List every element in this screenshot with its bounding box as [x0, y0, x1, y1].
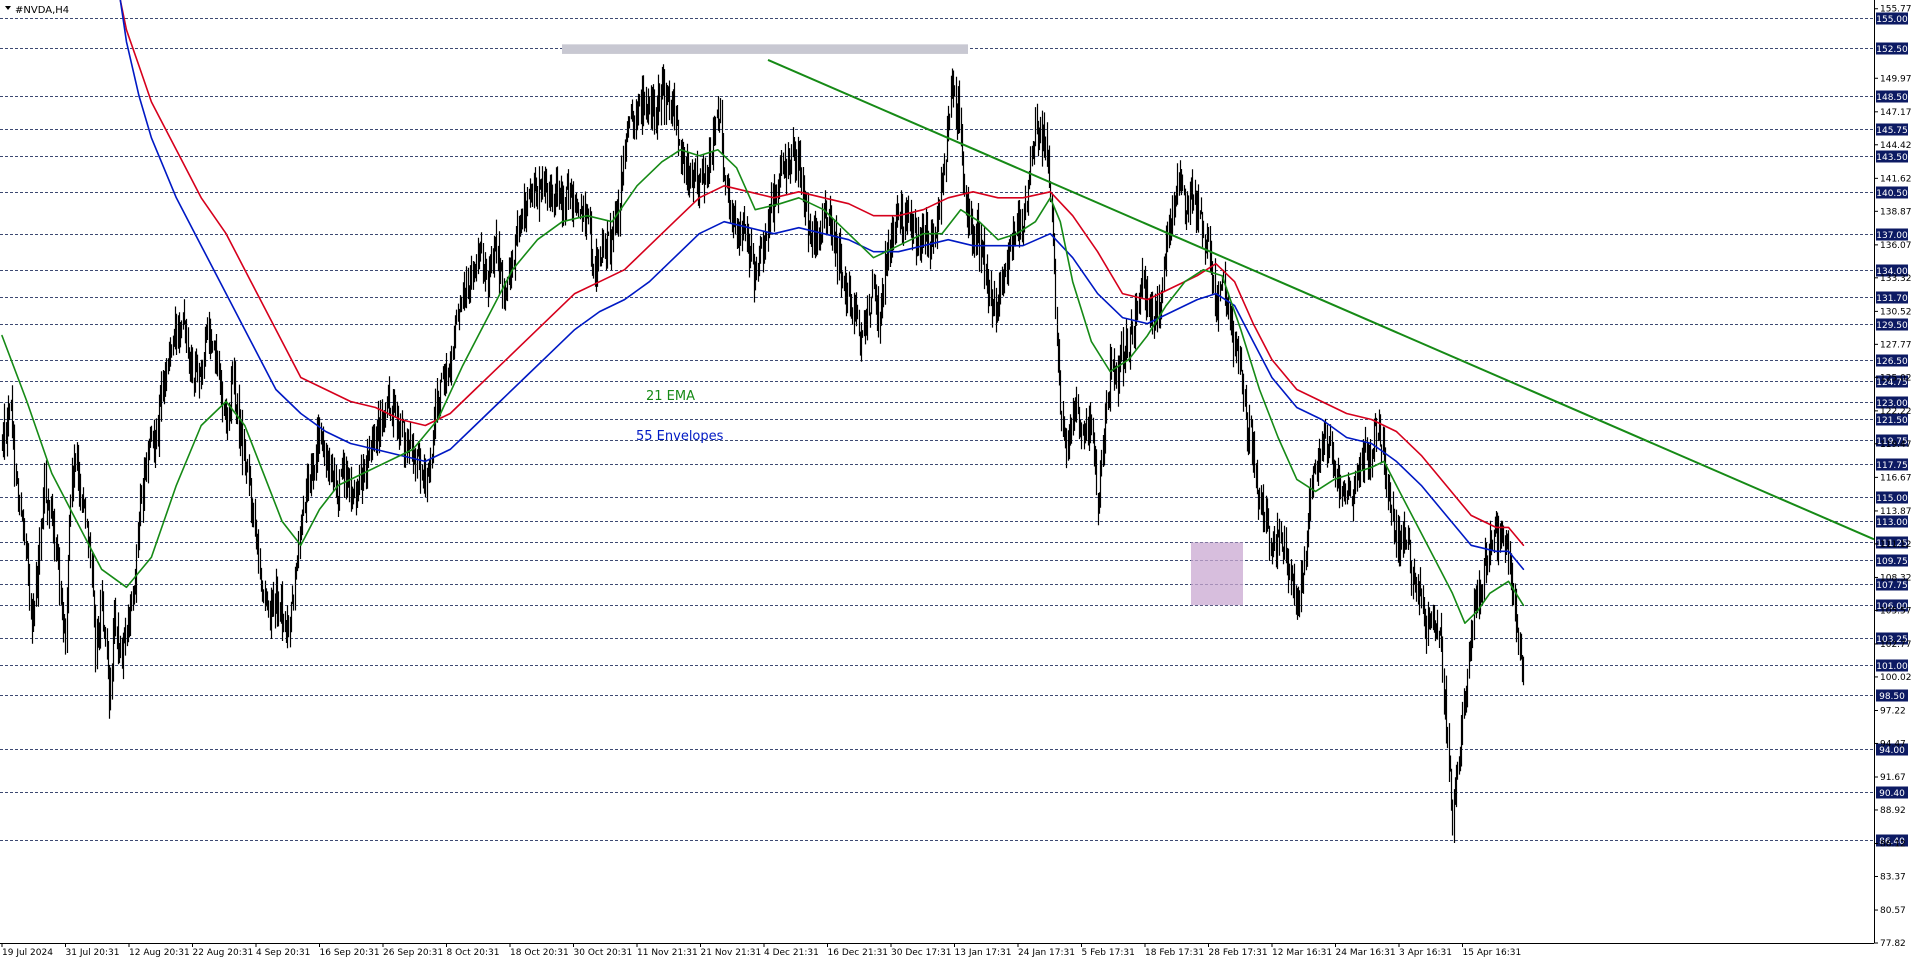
time-tick-label: 18 Oct 20:31	[510, 948, 569, 958]
time-tick-label: 13 Jan 17:31	[955, 948, 1012, 958]
time-tick-label: 16 Sep 20:31	[320, 948, 380, 958]
price-tick-label: 91.67	[1880, 773, 1906, 783]
time-tick-label: 16 Dec 21:31	[828, 948, 889, 958]
time-tick-label: 12 Mar 16:31	[1272, 948, 1332, 958]
level-tag-text: 121.50	[1876, 416, 1908, 426]
level-price-tag[interactable]: 101.00	[1876, 659, 1908, 673]
time-tick-label: 30 Oct 20:31	[574, 948, 633, 958]
price-tick-label: 86.12	[1880, 840, 1906, 850]
time-tick-label: 26 Sep 20:31	[383, 948, 443, 958]
price-tick-label: 130.52	[1880, 307, 1912, 317]
level-tag-text: 115.00	[1876, 494, 1908, 504]
resistance-zone	[562, 44, 968, 54]
level-price-tag[interactable]: 143.50	[1876, 150, 1908, 164]
level-tag-text: 101.00	[1876, 662, 1908, 672]
chart-window[interactable]: 155.00 152.50 148.50 145.75 143.50 140.50 137.…	[0, 0, 1916, 963]
time-tick-label: 21 Nov 21:31	[701, 948, 762, 958]
chart-title-bar[interactable]: #NVDA,H4	[5, 5, 69, 16]
level-tag-text: 145.75	[1876, 126, 1908, 136]
price-tick-label: 111.12	[1880, 540, 1912, 550]
time-tick-label: 18 Feb 17:31	[1145, 948, 1204, 958]
price-tick-label: 105.57	[1880, 606, 1912, 616]
level-tag-text: 155.00	[1876, 15, 1908, 25]
price-tick-label: 122.22	[1880, 407, 1912, 417]
time-tick-label: 5 Feb 17:31	[1082, 948, 1135, 958]
level-tag-text: 126.50	[1876, 357, 1908, 367]
price-tick-label: 119.47	[1880, 440, 1912, 450]
price-tick-label: 144.42	[1880, 141, 1912, 151]
level-tag-text: 113.00	[1876, 518, 1908, 528]
level-price-tag[interactable]: 145.75	[1876, 123, 1908, 137]
level-tag-text: 117.75	[1876, 461, 1908, 471]
time-tick-label: 31 Jul 20:31	[66, 948, 120, 958]
time-tick-label: 15 Apr 16:31	[1463, 948, 1522, 958]
price-tick-label: 127.77	[1880, 340, 1912, 350]
price-tick-label: 133.32	[1880, 274, 1912, 284]
price-tick-label: 147.17	[1880, 108, 1912, 118]
level-tag-text: 143.50	[1876, 153, 1908, 163]
price-tick-label: 141.62	[1880, 174, 1912, 184]
level-tag-text: 152.50	[1876, 45, 1908, 55]
time-tick-label: 3 Apr 16:31	[1399, 948, 1452, 958]
time-tick-label: 24 Mar 16:31	[1336, 948, 1396, 958]
price-tick-label: 138.87	[1880, 207, 1912, 217]
level-price-tag[interactable]: 115.00	[1876, 491, 1908, 505]
time-tick-label: 22 Aug 20:31	[193, 948, 254, 958]
price-tick-label: 83.37	[1880, 872, 1906, 882]
level-tag-text: 131.70	[1876, 294, 1908, 304]
chart-svg[interactable]: 155.00 152.50 148.50 145.75 143.50 140.50 137.…	[0, 0, 1916, 963]
time-tick-label: 19 Jul 2024	[2, 948, 53, 958]
time-tick-label: 12 Aug 20:31	[129, 948, 190, 958]
level-price-tag[interactable]: 137.00	[1876, 228, 1908, 242]
price-tick-label: 116.67	[1880, 473, 1912, 483]
price-tick-label: 102.77	[1880, 640, 1912, 650]
ema-label: 21 EMA	[646, 389, 695, 404]
price-tick-label: 108.32	[1880, 573, 1912, 583]
price-tick-label: 155.77	[1880, 5, 1912, 15]
envelopes-label: 55 Envelopes	[636, 429, 724, 444]
level-tag-text: 140.50	[1876, 189, 1908, 199]
level-tag-text: 98.50	[1879, 692, 1905, 702]
time-tick-label: 4 Dec 21:31	[764, 948, 819, 958]
level-price-tag[interactable]: 113.00	[1876, 515, 1908, 529]
price-tick-label: 80.57	[1880, 906, 1906, 916]
level-price-tag[interactable]: 109.75	[1876, 554, 1908, 568]
level-price-tag[interactable]: 126.50	[1876, 354, 1908, 368]
level-price-tag[interactable]: 148.50	[1876, 90, 1908, 104]
time-tick-label: 4 Sep 20:31	[256, 948, 310, 958]
price-tick-label: 100.02	[1880, 673, 1912, 683]
price-tick-label: 94.47	[1880, 739, 1906, 749]
price-tick-label: 125.02	[1880, 373, 1912, 383]
time-tick-label: 11 Nov 21:31	[637, 948, 698, 958]
level-price-tag[interactable]: 131.70	[1876, 291, 1908, 305]
level-tag-text: 109.75	[1876, 557, 1908, 567]
time-tick-label: 8 Oct 20:31	[447, 948, 500, 958]
level-price-tag[interactable]: 140.50	[1876, 186, 1908, 200]
chart-background	[0, 0, 1916, 963]
price-tick-label: 149.97	[1880, 74, 1912, 84]
level-price-tag[interactable]: 90.40	[1876, 786, 1908, 800]
level-tag-text: 148.50	[1876, 93, 1908, 103]
level-tag-text: 129.50	[1876, 321, 1908, 331]
level-price-tag[interactable]: 117.75	[1876, 458, 1908, 472]
level-price-tag[interactable]: 152.50	[1876, 42, 1908, 56]
price-tick-label: 97.22	[1880, 706, 1906, 716]
price-tick-label: 113.87	[1880, 507, 1912, 517]
level-price-tag[interactable]: 98.50	[1876, 689, 1908, 703]
price-tick-label: 136.07	[1880, 241, 1912, 251]
level-tag-text: 90.40	[1879, 789, 1905, 799]
consolidation-box	[1191, 542, 1243, 606]
time-tick-label: 24 Jan 17:31	[1018, 948, 1075, 958]
time-tick-label: 28 Feb 17:31	[1209, 948, 1268, 958]
time-tick-label: 30 Dec 17:31	[891, 948, 952, 958]
level-price-tag[interactable]: 129.50	[1876, 318, 1908, 332]
price-tick-label: 88.92	[1880, 806, 1906, 816]
chart-symbol-title: #NVDA,H4	[15, 5, 69, 16]
price-tick-label: 77.82	[1880, 939, 1906, 949]
level-tag-text: 137.00	[1876, 231, 1908, 241]
